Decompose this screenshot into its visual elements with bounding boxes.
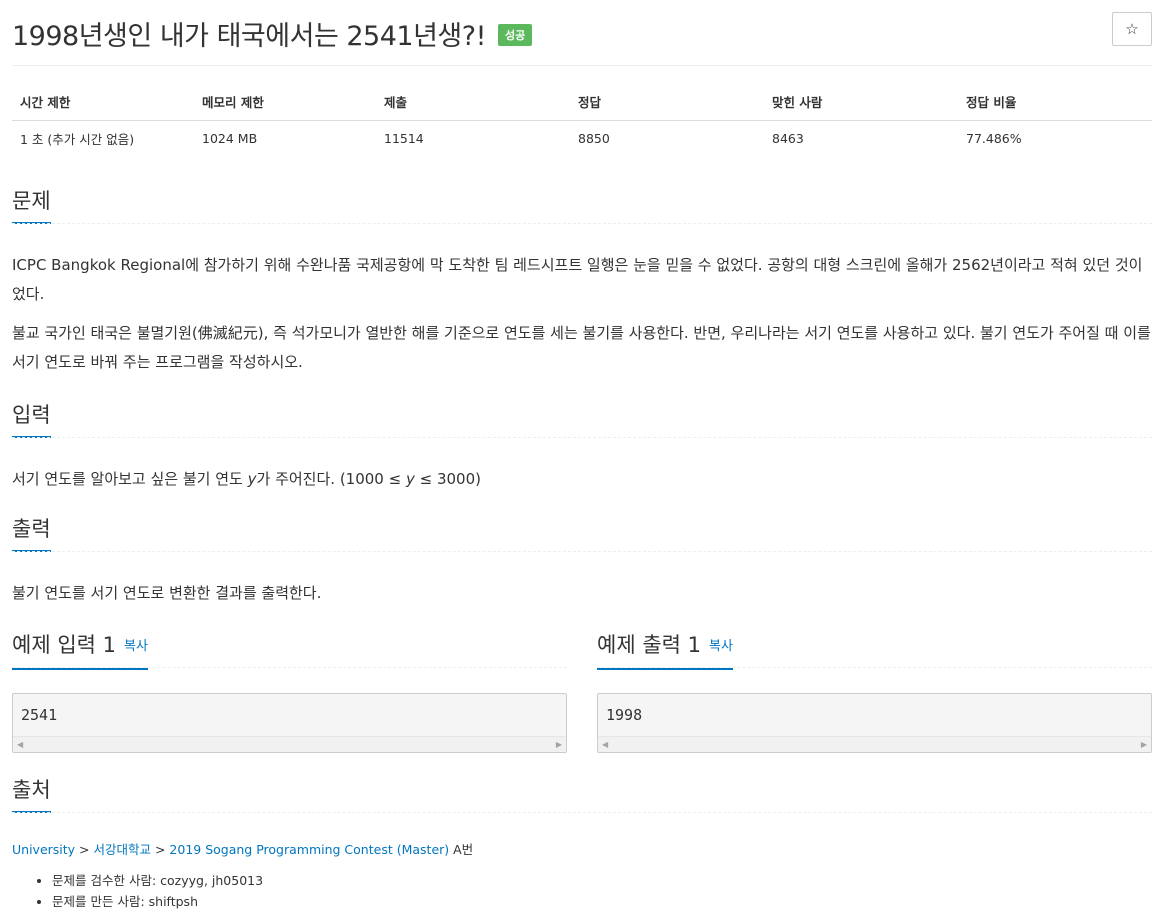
problem-info-table: 시간 제한 메모리 제한 제출 정답 맞힌 사람 정답 비율 1 초 (추가 시…	[12, 84, 1152, 156]
header-memory-limit: 메모리 제한	[194, 84, 376, 121]
sample-output-box: 1998 ◀ ▶	[597, 693, 1152, 753]
status-badge: 성공	[498, 24, 533, 46]
favorite-star-button[interactable]: ☆	[1112, 12, 1152, 46]
input-description: 서기 연도를 알아보고 싶은 불기 연도 y가 주어진다. (1000 ≤ y …	[12, 470, 481, 488]
value-solved-users: 8463	[772, 130, 804, 146]
header-time-limit: 시간 제한	[12, 84, 194, 121]
problem-section-heading: 문제	[12, 186, 1152, 224]
source-section-heading: 출처	[12, 775, 1152, 813]
scroll-right-icon[interactable]: ▶	[556, 740, 562, 749]
list-item: 문제를 검수한 사람: cozyyg, jh05013	[52, 870, 263, 891]
header-accepted: 정답	[570, 84, 764, 121]
sample-input-box: 2541 ◀ ▶	[12, 693, 567, 753]
horizontal-scrollbar[interactable]: ◀ ▶	[13, 736, 566, 752]
sample-output-heading: 예제 출력 1 복사	[597, 630, 1152, 670]
output-description: 불기 연도를 서기 연도로 변환한 결과를 출력한다.	[12, 584, 322, 602]
source-breadcrumb: University > 서강대학교 > 2019 Sogang Program…	[12, 842, 474, 857]
scroll-left-icon[interactable]: ◀	[17, 740, 23, 749]
scroll-right-icon[interactable]: ▶	[1141, 740, 1147, 749]
problem-paragraph: ICPC Bangkok Regional에 참가하기 위해 수완나품 국제공항…	[12, 256, 1143, 303]
credits-list: 문제를 검수한 사람: cozyyg, jh05013 문제를 만든 사람: s…	[52, 870, 263, 912]
value-time-limit: 1 초 (추가 시간 없음)	[20, 131, 135, 147]
problem-paragraph: 불교 국가인 태국은 불멸기원(佛滅紀元), 즉 석가모니가 열반한 해를 기준…	[12, 324, 1151, 371]
list-item: 문제를 만든 사람: shiftpsh	[52, 891, 263, 912]
sample-input-value: 2541	[21, 706, 58, 724]
copy-sample-output-link[interactable]: 복사	[709, 639, 733, 654]
header-submissions: 제출	[376, 84, 570, 121]
title-divider	[12, 65, 1152, 66]
page-title: 1998년생인 내가 태국에서는 2541년생?! 성공	[12, 14, 533, 53]
sample-output-value: 1998	[606, 706, 643, 724]
value-submissions: 11514	[384, 130, 424, 146]
source-link-university[interactable]: University	[12, 842, 75, 857]
source-link-school[interactable]: 서강대학교	[93, 842, 151, 857]
sample-input-heading: 예제 입력 1 복사	[12, 630, 567, 670]
problem-description: ICPC Bangkok Regional에 참가하기 위해 수완나품 국제공항…	[12, 251, 1152, 377]
output-section-heading: 출력	[12, 514, 1152, 552]
header-solved-users: 맞힌 사람	[764, 84, 958, 121]
copy-sample-input-link[interactable]: 복사	[124, 639, 148, 654]
value-memory-limit: 1024 MB	[202, 130, 258, 146]
source-link-contest[interactable]: 2019 Sogang Programming Contest (Master)	[169, 842, 449, 857]
horizontal-scrollbar[interactable]: ◀ ▶	[598, 736, 1151, 752]
value-accept-ratio: 77.486%	[966, 130, 1022, 146]
input-section-heading: 입력	[12, 400, 1152, 438]
info-header-row: 시간 제한 메모리 제한 제출 정답 맞힌 사람 정답 비율	[12, 84, 1152, 121]
problem-title-row: 1998년생인 내가 태국에서는 2541년생?! 성공 ☆	[12, 10, 1152, 54]
star-icon: ☆	[1125, 20, 1139, 38]
value-accepted: 8850	[578, 130, 610, 146]
header-accept-ratio: 정답 비율	[958, 84, 1152, 121]
scroll-left-icon[interactable]: ◀	[602, 740, 608, 749]
info-value-row: 1 초 (추가 시간 없음) 1024 MB 11514 8850 8463 7…	[12, 120, 1152, 156]
